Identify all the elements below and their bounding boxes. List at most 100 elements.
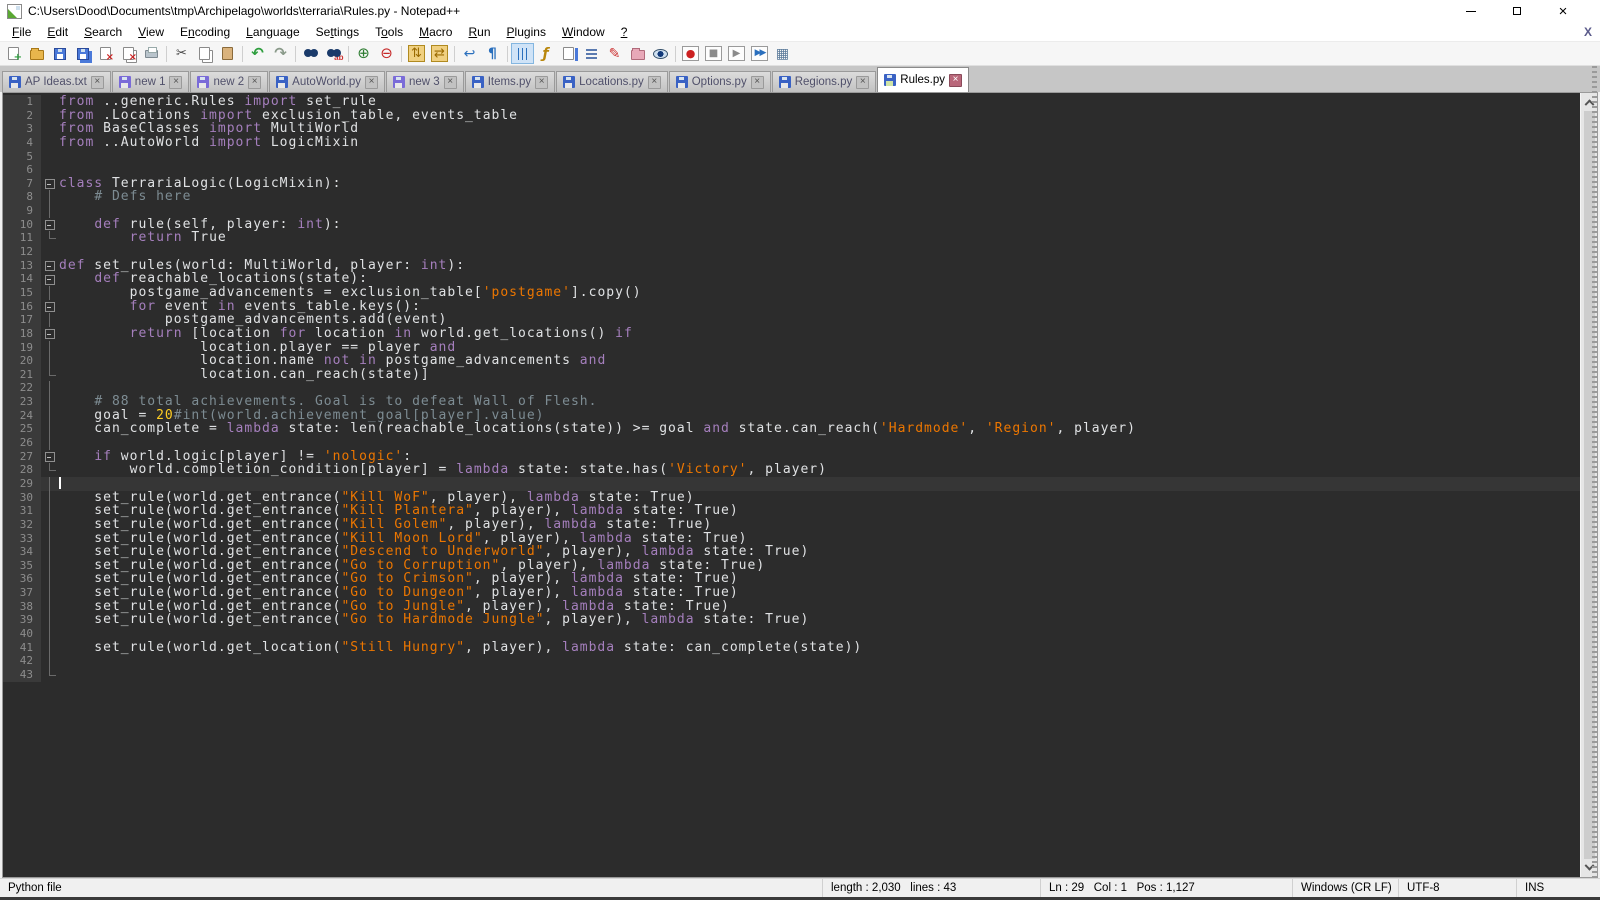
code-line-12[interactable]: 12 (3, 245, 1580, 259)
find-button[interactable] (299, 43, 322, 64)
code-line-11[interactable]: 11 return True (3, 231, 1580, 245)
code-line-32[interactable]: 32 set_rule(world.get_entrance("Kill Gol… (3, 518, 1580, 532)
close-document-icon[interactable]: X (1584, 25, 1592, 39)
redo-button[interactable]: ↷ (269, 43, 292, 64)
code-line-13[interactable]: 13def set_rules(world: MultiWorld, playe… (3, 259, 1580, 273)
menu-file[interactable]: File (4, 23, 39, 41)
code-line-28[interactable]: 28 world.completion_condition[player] = … (3, 463, 1580, 477)
tab-close-icon[interactable]: × (169, 76, 182, 89)
code-line-30[interactable]: 30 set_rule(world.get_entrance("Kill WoF… (3, 491, 1580, 505)
code-line-18[interactable]: 18 return [location for location in worl… (3, 327, 1580, 341)
code-line-9[interactable]: 9 (3, 204, 1580, 218)
file-monitoring-button[interactable] (649, 43, 672, 64)
code-line-1[interactable]: 1from ..generic.Rules import set_rule (3, 95, 1580, 109)
code-line-36[interactable]: 36 set_rule(world.get_entrance("Go to Cr… (3, 572, 1580, 586)
menu-macro[interactable]: Macro (411, 23, 460, 41)
edit-macro-button[interactable]: ✎ (603, 43, 626, 64)
code-line-20[interactable]: 20 location.name not in postgame_advance… (3, 354, 1580, 368)
fold-collapse-icon[interactable] (41, 450, 59, 464)
print-button[interactable] (140, 43, 163, 64)
tab-close-icon[interactable]: × (91, 76, 104, 89)
tab-items-py[interactable]: Items.py× (465, 71, 555, 92)
code-line-5[interactable]: 5 (3, 150, 1580, 164)
code-line-2[interactable]: 2from .Locations import exclusion_table,… (3, 109, 1580, 123)
code-line-37[interactable]: 37 set_rule(world.get_entrance("Go to Du… (3, 586, 1580, 600)
code-line-15[interactable]: 15 postgame_advancements = exclusion_tab… (3, 286, 1580, 300)
macro-play-button[interactable]: ▶ (725, 43, 748, 64)
code-line-34[interactable]: 34 set_rule(world.get_entrance("Descend … (3, 545, 1580, 559)
sync-vertical-scroll-button[interactable]: ⇅ (405, 43, 428, 64)
menu-tools[interactable]: Tools (367, 23, 411, 41)
undo-button[interactable]: ↶ (246, 43, 269, 64)
replace-button[interactable]: ab (322, 43, 345, 64)
menu-?[interactable]: ? (613, 23, 636, 41)
tab-close-icon[interactable]: × (751, 76, 764, 89)
document-list-button[interactable] (580, 43, 603, 64)
close-all-button[interactable]: × (117, 43, 140, 64)
save-all-button[interactable] (71, 43, 94, 64)
code-line-39[interactable]: 39 set_rule(world.get_entrance("Go to Ha… (3, 613, 1580, 627)
show-indent-guide-button[interactable] (511, 43, 534, 64)
zoom-in-button[interactable]: ⊕ (352, 43, 375, 64)
menu-settings[interactable]: Settings (308, 23, 367, 41)
tab-close-icon[interactable]: × (365, 76, 378, 89)
tab-autoworld-py[interactable]: AutoWorld.py× (269, 71, 385, 92)
restore-button[interactable] (1494, 0, 1540, 22)
function-list-button[interactable]: ƒ (534, 43, 557, 64)
tab-close-icon[interactable]: × (648, 76, 661, 89)
code-line-8[interactable]: 8 # Defs here (3, 190, 1580, 204)
menu-view[interactable]: View (130, 23, 172, 41)
code-line-42[interactable]: 42 (3, 654, 1580, 668)
code-line-16[interactable]: 16 for event in events_table.keys(): (3, 300, 1580, 314)
code-line-10[interactable]: 10 def rule(self, player: int): (3, 218, 1580, 232)
tab-close-icon[interactable]: × (535, 76, 548, 89)
fold-collapse-icon[interactable] (41, 177, 59, 191)
show-all-characters-button[interactable]: ¶ (481, 43, 504, 64)
tab-ap-ideas-txt[interactable]: AP Ideas.txt× (2, 71, 111, 92)
macro-run-multiple-button[interactable]: ▶▶ (748, 43, 771, 64)
code-line-26[interactable]: 26 (3, 436, 1580, 450)
fold-collapse-icon[interactable] (41, 327, 59, 341)
code-line-14[interactable]: 14 def reachable_locations(state): (3, 272, 1580, 286)
code-line-40[interactable]: 40 (3, 627, 1580, 641)
code-line-41[interactable]: 41 set_rule(world.get_location("Still Hu… (3, 641, 1580, 655)
tab-new-1[interactable]: new 1× (112, 71, 190, 92)
code-line-6[interactable]: 6 (3, 163, 1580, 177)
code-line-22[interactable]: 22 (3, 381, 1580, 395)
code-line-17[interactable]: 17 postgame_advancements.add(event) (3, 313, 1580, 327)
save-button[interactable] (48, 43, 71, 64)
tab-regions-py[interactable]: Regions.py× (772, 71, 877, 92)
menu-search[interactable]: Search (76, 23, 130, 41)
tab-rules-py[interactable]: Rules.py× (877, 67, 969, 92)
code-line-33[interactable]: 33 set_rule(world.get_entrance("Kill Moo… (3, 532, 1580, 546)
code-line-38[interactable]: 38 set_rule(world.get_entrance("Go to Ju… (3, 600, 1580, 614)
code-line-23[interactable]: 23 # 88 total achievements. Goal is to d… (3, 395, 1580, 409)
menu-window[interactable]: Window (554, 23, 613, 41)
code-line-27[interactable]: 27 if world.logic[player] != 'nologic': (3, 450, 1580, 464)
cut-button[interactable]: ✂ (170, 43, 193, 64)
code-line-19[interactable]: 19 location.player == player and (3, 341, 1580, 355)
code-line-31[interactable]: 31 set_rule(world.get_entrance("Kill Pla… (3, 504, 1580, 518)
menu-language[interactable]: Language (238, 23, 308, 41)
code-line-7[interactable]: 7class TerrariaLogic(LogicMixin): (3, 177, 1580, 191)
close-button[interactable]: × (1540, 0, 1586, 22)
trim-trailing-spaces-button[interactable]: ▦ (771, 43, 794, 64)
menu-encoding[interactable]: Encoding (172, 23, 238, 41)
tab-new-2[interactable]: new 2× (190, 71, 268, 92)
code-line-3[interactable]: 3from BaseClasses import MultiWorld (3, 122, 1580, 136)
fold-collapse-icon[interactable] (41, 300, 59, 314)
paste-button[interactable] (216, 43, 239, 64)
new-file-button[interactable]: + (2, 43, 25, 64)
zoom-out-button[interactable]: ⊖ (375, 43, 398, 64)
code-line-24[interactable]: 24 goal = 20#int(world.achievement_goal[… (3, 409, 1580, 423)
code-area[interactable]: 1from ..generic.Rules import set_rule2fr… (3, 93, 1580, 877)
menu-edit[interactable]: Edit (39, 23, 76, 41)
tab-options-py[interactable]: Options.py× (669, 71, 771, 92)
copy-button[interactable] (193, 43, 216, 64)
fold-collapse-icon[interactable] (41, 218, 59, 232)
tab-locations-py[interactable]: Locations.py× (556, 71, 668, 92)
window-resize-edge[interactable] (1592, 66, 1597, 878)
document-map-button[interactable] (557, 43, 580, 64)
tab-close-icon[interactable]: × (248, 76, 261, 89)
code-line-21[interactable]: 21 location.can_reach(state)] (3, 368, 1580, 382)
